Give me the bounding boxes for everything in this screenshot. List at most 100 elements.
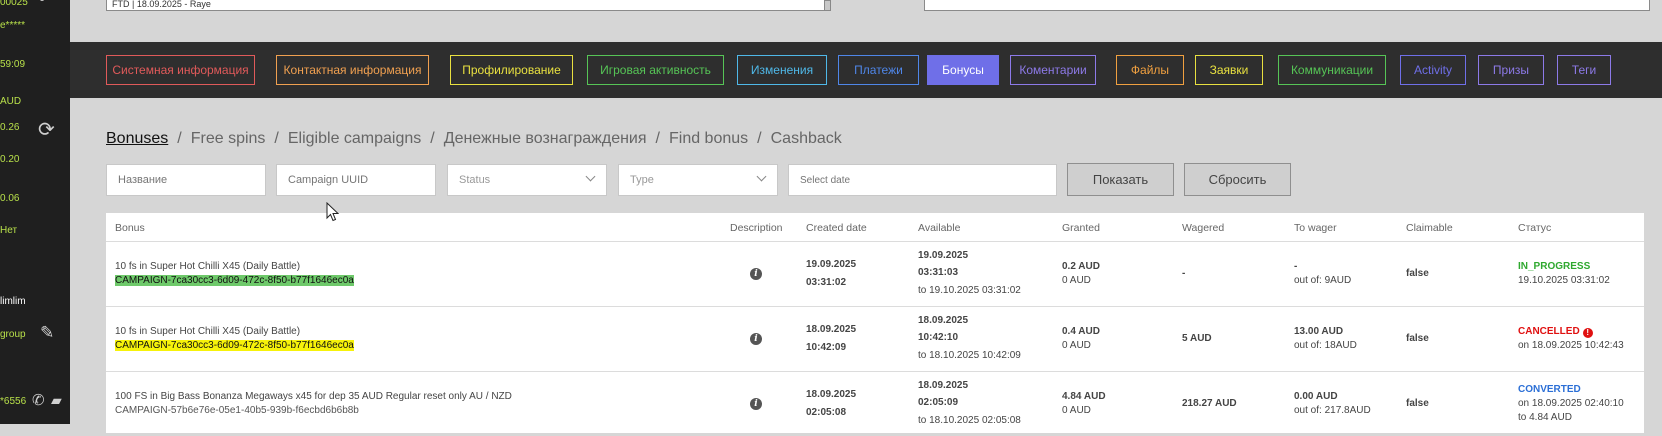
sidebar-top-icon[interactable]: ▪	[40, 0, 44, 6]
created-time: 03:31:02	[806, 277, 847, 288]
chat-icon[interactable]: ▰	[51, 392, 62, 409]
status-date: on 18.09.2025 02:40:10	[1518, 398, 1624, 409]
col-wagered: Wagered	[1182, 222, 1225, 234]
col-bonus: Bonus	[115, 222, 145, 234]
col-description: Description	[730, 222, 783, 234]
info-icon[interactable]: i	[750, 333, 762, 345]
status-select[interactable]: Status	[447, 164, 607, 196]
crumb-separator: /	[274, 130, 279, 147]
tab-comments[interactable]: Коментарии	[1010, 55, 1096, 85]
tab-label: Заявки	[1209, 63, 1249, 77]
ftd-field[interactable]: FTD | 18.09.2025 - Raye	[106, 0, 830, 11]
sidebar-flag: Нет	[0, 225, 18, 236]
crumb-find-bonus[interactable]: Find bonus	[669, 130, 748, 147]
to-wager-sub: out of: 9AUD	[1294, 275, 1352, 286]
campaign-id: CAMPAIGN-7ca30cc3-6d09-472c-8f50-b77f164…	[115, 275, 354, 286]
date-picker[interactable]	[788, 164, 1057, 196]
crumb-eligible-campaigns[interactable]: Eligible campaigns	[288, 130, 421, 147]
status-text: CANCELLED	[1518, 326, 1580, 337]
tab-label: Activity	[1413, 63, 1452, 77]
name-input[interactable]	[118, 165, 265, 195]
claimable: false	[1406, 398, 1429, 409]
campaign-uuid-input[interactable]	[288, 165, 435, 195]
crumb-separator: /	[655, 130, 660, 147]
crumb-bonuses[interactable]: Bonuses	[106, 130, 168, 147]
wagered: 5 AUD	[1182, 333, 1212, 344]
tab-label: Коммуникации	[1290, 63, 1374, 77]
tab-bonuses[interactable]: Бонусы	[927, 55, 999, 85]
tab-activity[interactable]: Activity	[1400, 55, 1466, 85]
sidebar-id: 00025	[0, 0, 28, 8]
crumb-cash-rewards[interactable]: Денежные вознаграждения	[444, 130, 647, 147]
available-to: to 18.10.2025 10:42:09	[918, 350, 1021, 361]
info-icon[interactable]: i	[750, 268, 762, 280]
date-input[interactable]	[800, 165, 1056, 195]
refresh-icon[interactable]: ⟳	[38, 117, 55, 142]
status-date: on 18.09.2025 10:42:43	[1518, 340, 1624, 351]
granted-sub: 0 AUD	[1062, 275, 1091, 286]
sidebar-balance-real: 0.20	[0, 154, 20, 165]
tab-label: Платежи	[854, 63, 903, 77]
claimable: false	[1406, 268, 1429, 279]
crumb-separator: /	[177, 130, 182, 147]
status-select-placeholder: Status	[459, 174, 491, 186]
table-row[interactable]: 100 FS in Big Bass Bonanza Megaways x45 …	[106, 371, 1644, 436]
available-date: 18.09.2025	[918, 380, 969, 391]
tab-label: Контактная информация	[283, 63, 422, 77]
created-date: 18.09.2025	[806, 324, 857, 335]
type-select[interactable]: Type	[618, 164, 778, 196]
available-time: 02:05:09	[918, 397, 959, 408]
tab-label: Теги	[1571, 63, 1597, 77]
bonus-title: 100 FS in Big Bass Bonanza Megaways x45 …	[115, 391, 512, 402]
status-converted-amount: to 4.84 AUD	[1518, 412, 1572, 423]
ftd-field-scrollbar[interactable]	[824, 0, 831, 11]
status-badge: IN_PROGRESS	[1518, 261, 1591, 272]
to-wager: 0.00 AUD	[1294, 391, 1338, 402]
created-time: 10:42:09	[806, 342, 847, 353]
tab-label: Системная информация	[112, 63, 249, 77]
tab-contact-info[interactable]: Контактная информация	[276, 55, 429, 85]
phone-icon[interactable]: ✆	[32, 391, 45, 409]
tab-tags[interactable]: Теги	[1557, 55, 1611, 85]
reset-button[interactable]: Сбросить	[1184, 163, 1291, 196]
info-icon[interactable]: i	[750, 398, 762, 410]
crumb-free-spins[interactable]: Free spins	[191, 130, 266, 147]
table-row[interactable]: 10 fs in Super Hot Chilli X45 (Daily Bat…	[106, 306, 1644, 371]
top-right-field[interactable]	[924, 0, 1650, 11]
tab-label: Бонусы	[942, 63, 984, 77]
name-filter[interactable]	[106, 164, 266, 196]
granted: 0.4 AUD	[1062, 326, 1100, 337]
table-row[interactable]: 10 fs in Super Hot Chilli X45 (Daily Bat…	[106, 241, 1644, 306]
created-date: 19.09.2025	[806, 259, 857, 270]
to-wager: 13.00 AUD	[1294, 326, 1344, 337]
tab-files[interactable]: Файлы	[1116, 55, 1184, 85]
col-to-wager: To wager	[1294, 222, 1337, 234]
tab-game-activity[interactable]: Игровая активность	[587, 55, 724, 85]
available-time: 03:31:03	[918, 267, 959, 278]
sidebar-balance: 0.26	[0, 122, 20, 133]
tab-requests[interactable]: Заявки	[1195, 55, 1263, 85]
error-icon[interactable]: !	[1582, 328, 1593, 338]
tab-profiling[interactable]: Профилирование	[450, 55, 573, 85]
show-button[interactable]: Показать	[1067, 163, 1174, 196]
tab-communications[interactable]: Коммуникации	[1278, 55, 1386, 85]
crumb-cashback[interactable]: Cashback	[771, 130, 842, 147]
crumb-separator: /	[757, 130, 762, 147]
tab-system-info[interactable]: Системная информация	[106, 55, 255, 85]
bonus-title: 10 fs in Super Hot Chilli X45 (Daily Bat…	[115, 326, 301, 337]
status-badge: CONVERTED	[1518, 384, 1581, 395]
col-available: Available	[918, 222, 961, 234]
granted: 0.2 AUD	[1062, 261, 1100, 272]
sidebar-balance-bonus: 0.06	[0, 193, 20, 204]
tab-payments[interactable]: Платежи	[838, 55, 919, 85]
available-to: to 19.10.2025 03:31:02	[918, 285, 1021, 296]
tab-changes[interactable]: Изменения	[737, 55, 827, 85]
col-created: Created date	[806, 222, 867, 234]
tab-prizes[interactable]: Призы	[1478, 55, 1544, 85]
uuid-filter[interactable]	[276, 164, 436, 196]
tab-label: Файлы	[1130, 63, 1170, 77]
edit-icon[interactable]: ✎	[40, 323, 54, 343]
tab-label: Коментарии	[1019, 63, 1087, 77]
created-time: 02:05:08	[806, 407, 847, 418]
wagered: 218.27 AUD	[1182, 398, 1237, 409]
